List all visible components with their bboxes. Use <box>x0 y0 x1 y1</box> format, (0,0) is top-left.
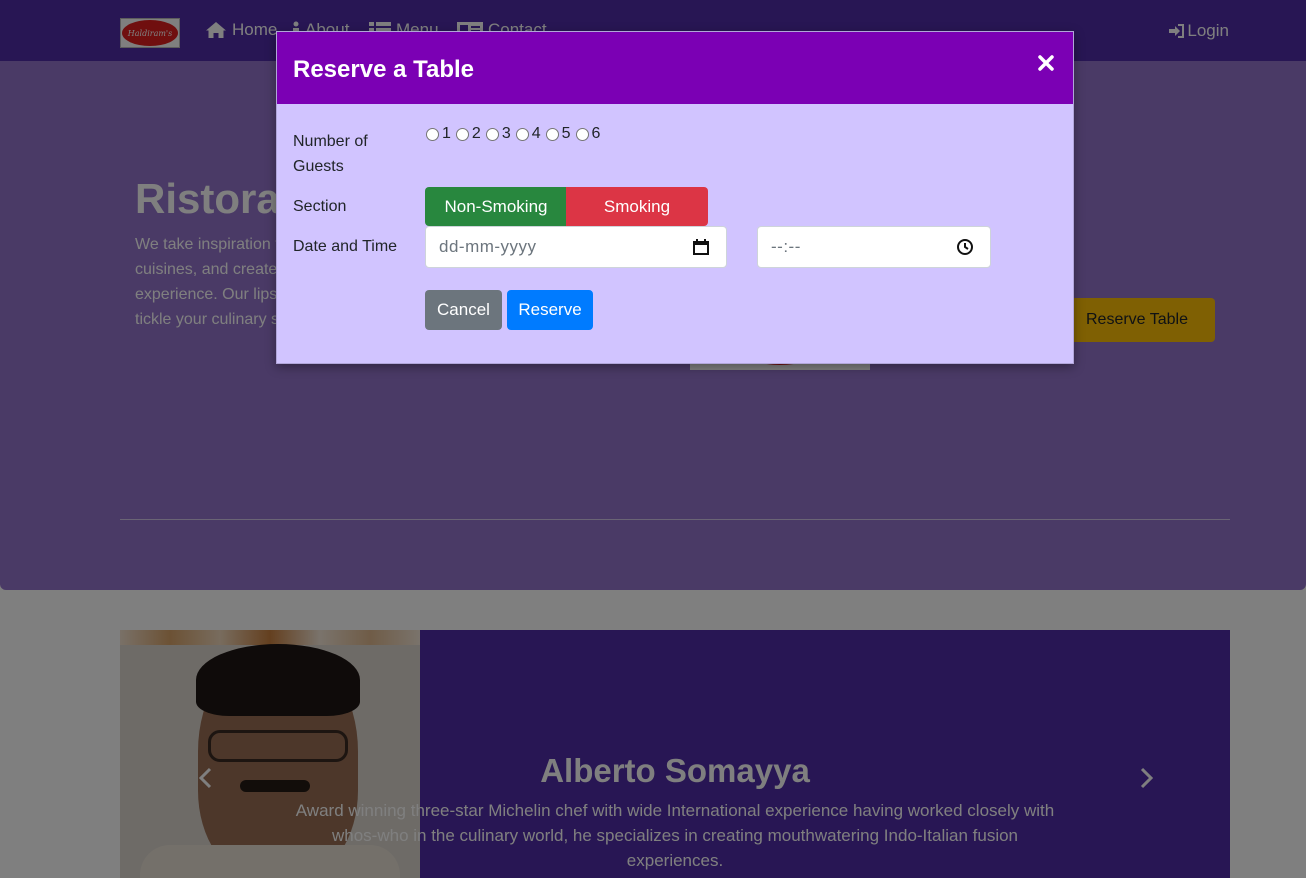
date-placeholder: dd-mm-yyyy <box>439 237 537 256</box>
guest-option-label: 2 <box>471 125 481 142</box>
non-smoking-button[interactable]: Non-Smoking <box>425 187 567 226</box>
guest-option-2[interactable]: 2 <box>455 125 485 143</box>
close-icon[interactable] <box>1037 54 1055 72</box>
guest-option-3[interactable]: 3 <box>485 125 515 143</box>
guest-option-4[interactable]: 4 <box>515 125 545 143</box>
calendar-icon[interactable] <box>692 238 710 256</box>
guest-option-label: 5 <box>561 125 571 142</box>
modal-title: Reserve a Table <box>293 56 474 83</box>
smoking-button[interactable]: Smoking <box>566 187 708 226</box>
reserve-table-modal: Reserve a Table Number of Guests 1 2 3 4… <box>276 31 1074 364</box>
modal-header: Reserve a Table <box>277 32 1073 104</box>
guest-option-label: 3 <box>501 125 511 142</box>
guest-option-label: 6 <box>591 125 601 142</box>
radio-button[interactable] <box>515 127 529 141</box>
radio-button[interactable] <box>426 127 439 141</box>
datetime-label: Date and Time <box>293 238 398 255</box>
guest-option-label: 1 <box>442 125 451 142</box>
radio-button[interactable] <box>455 127 469 141</box>
radio-button[interactable] <box>575 127 589 141</box>
guest-radio-group: 1 2 3 4 5 6 <box>425 125 604 143</box>
reserve-button[interactable]: Reserve <box>507 290 593 330</box>
time-input[interactable]: --:-- <box>757 226 991 268</box>
time-placeholder: --:-- <box>771 237 801 256</box>
radio-button[interactable] <box>485 127 499 141</box>
cancel-button[interactable]: Cancel <box>425 290 502 330</box>
guest-option-label: 4 <box>531 125 541 142</box>
guest-option-6[interactable]: 6 <box>575 125 605 143</box>
radio-button[interactable] <box>545 127 559 141</box>
guest-option-1[interactable]: 1 <box>425 125 455 143</box>
section-label: Section <box>293 198 347 215</box>
guest-option-5[interactable]: 5 <box>545 125 575 143</box>
clock-icon[interactable] <box>956 238 974 256</box>
date-input[interactable]: dd-mm-yyyy <box>425 226 727 268</box>
guests-label: Number of Guests <box>293 133 368 175</box>
